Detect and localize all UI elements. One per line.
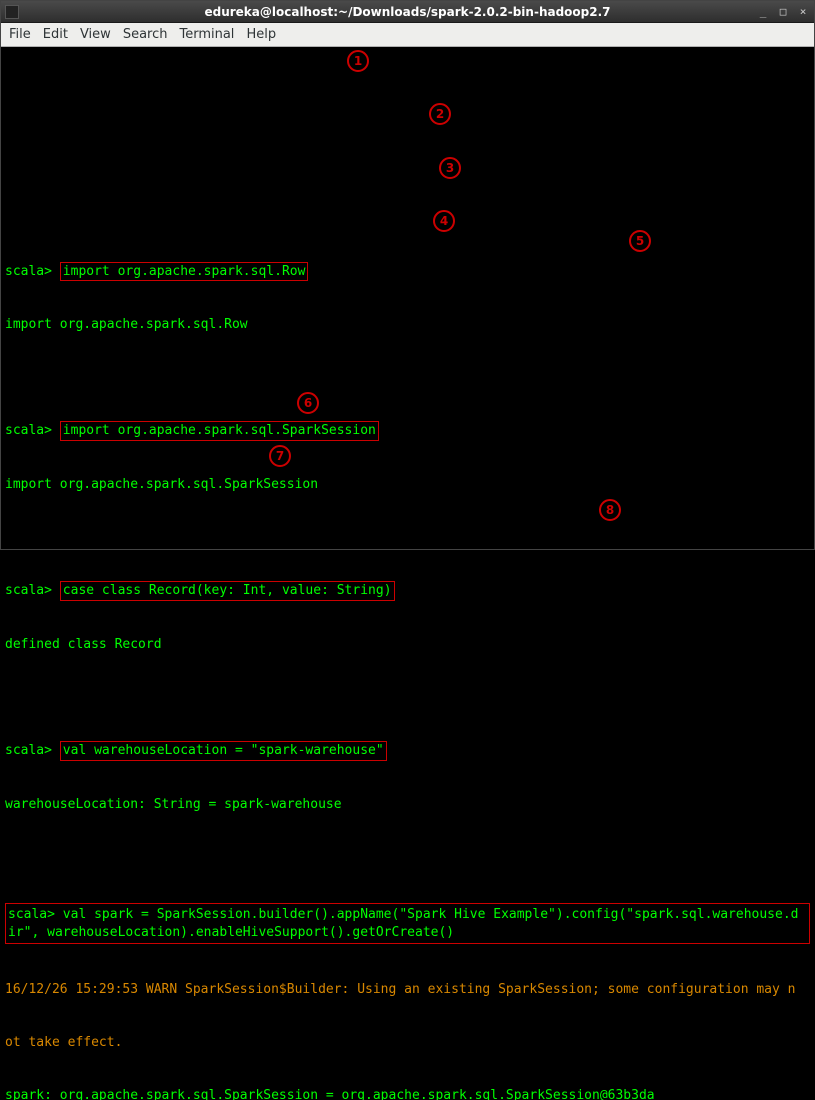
cmd-case-class: case class Record(key: Int, value: Strin…	[60, 581, 395, 601]
annotation-3: 3	[439, 157, 461, 179]
prompt: scala>	[5, 423, 52, 438]
out-warehouse-loc: warehouseLocation: String = spark-wareho…	[5, 797, 342, 812]
out-warn-a: 16/12/26 15:29:53 WARN SparkSession$Buil…	[5, 982, 796, 997]
prompt: scala>	[5, 583, 52, 598]
maximize-button[interactable]: □	[774, 4, 792, 20]
out-warn-b: ot take effect.	[5, 1035, 122, 1050]
out-spark-obj: spark: org.apache.spark.sql.SparkSession…	[5, 1088, 655, 1100]
menu-terminal[interactable]: Terminal	[179, 27, 234, 42]
menu-help[interactable]: Help	[246, 27, 276, 42]
annotation-6: 6	[297, 392, 319, 414]
cmd-import-sparksession: import org.apache.spark.sql.SparkSession	[60, 421, 379, 441]
prompt: scala>	[5, 743, 52, 758]
close-button[interactable]: ×	[794, 4, 812, 20]
cmd-warehouse-loc: val warehouseLocation = "spark-warehouse…	[60, 741, 387, 761]
out-import-row: import org.apache.spark.sql.Row	[5, 317, 248, 332]
out-case-class: defined class Record	[5, 637, 162, 652]
cmd-spark-session-box: scala> val spark = SparkSession.builder(…	[5, 903, 810, 944]
window-controls: _ □ ×	[754, 4, 812, 20]
cmd-spark-session-a: scala> val spark = SparkSession.builder(…	[8, 907, 799, 922]
menu-edit[interactable]: Edit	[43, 27, 68, 42]
cmd-spark-session-b: ir", warehouseLocation).enableHiveSuppor…	[8, 925, 454, 940]
window-title: edureka@localhost:~/Downloads/spark-2.0.…	[204, 5, 610, 19]
annotation-1: 1	[347, 50, 369, 72]
annotation-7: 7	[269, 445, 291, 467]
titlebar: edureka@localhost:~/Downloads/spark-2.0.…	[1, 1, 814, 23]
annotation-8: 8	[599, 499, 621, 521]
menu-search[interactable]: Search	[123, 27, 168, 42]
annotation-5: 5	[629, 230, 651, 252]
terminal-area[interactable]: 1 2 3 4 5 6 7 8 scala> import org.apache…	[1, 47, 814, 549]
annotation-4: 4	[433, 210, 455, 232]
out-import-sparksession: import org.apache.spark.sql.SparkSession	[5, 477, 318, 492]
menu-file[interactable]: File	[9, 27, 31, 42]
menubar: File Edit View Search Terminal Help	[1, 23, 814, 47]
annotation-2: 2	[429, 103, 451, 125]
app-icon	[5, 5, 19, 19]
minimize-button[interactable]: _	[754, 4, 772, 20]
prompt: scala>	[5, 264, 52, 279]
cmd-import-row: import org.apache.spark.sql.Row	[60, 262, 309, 282]
menu-view[interactable]: View	[80, 27, 111, 42]
